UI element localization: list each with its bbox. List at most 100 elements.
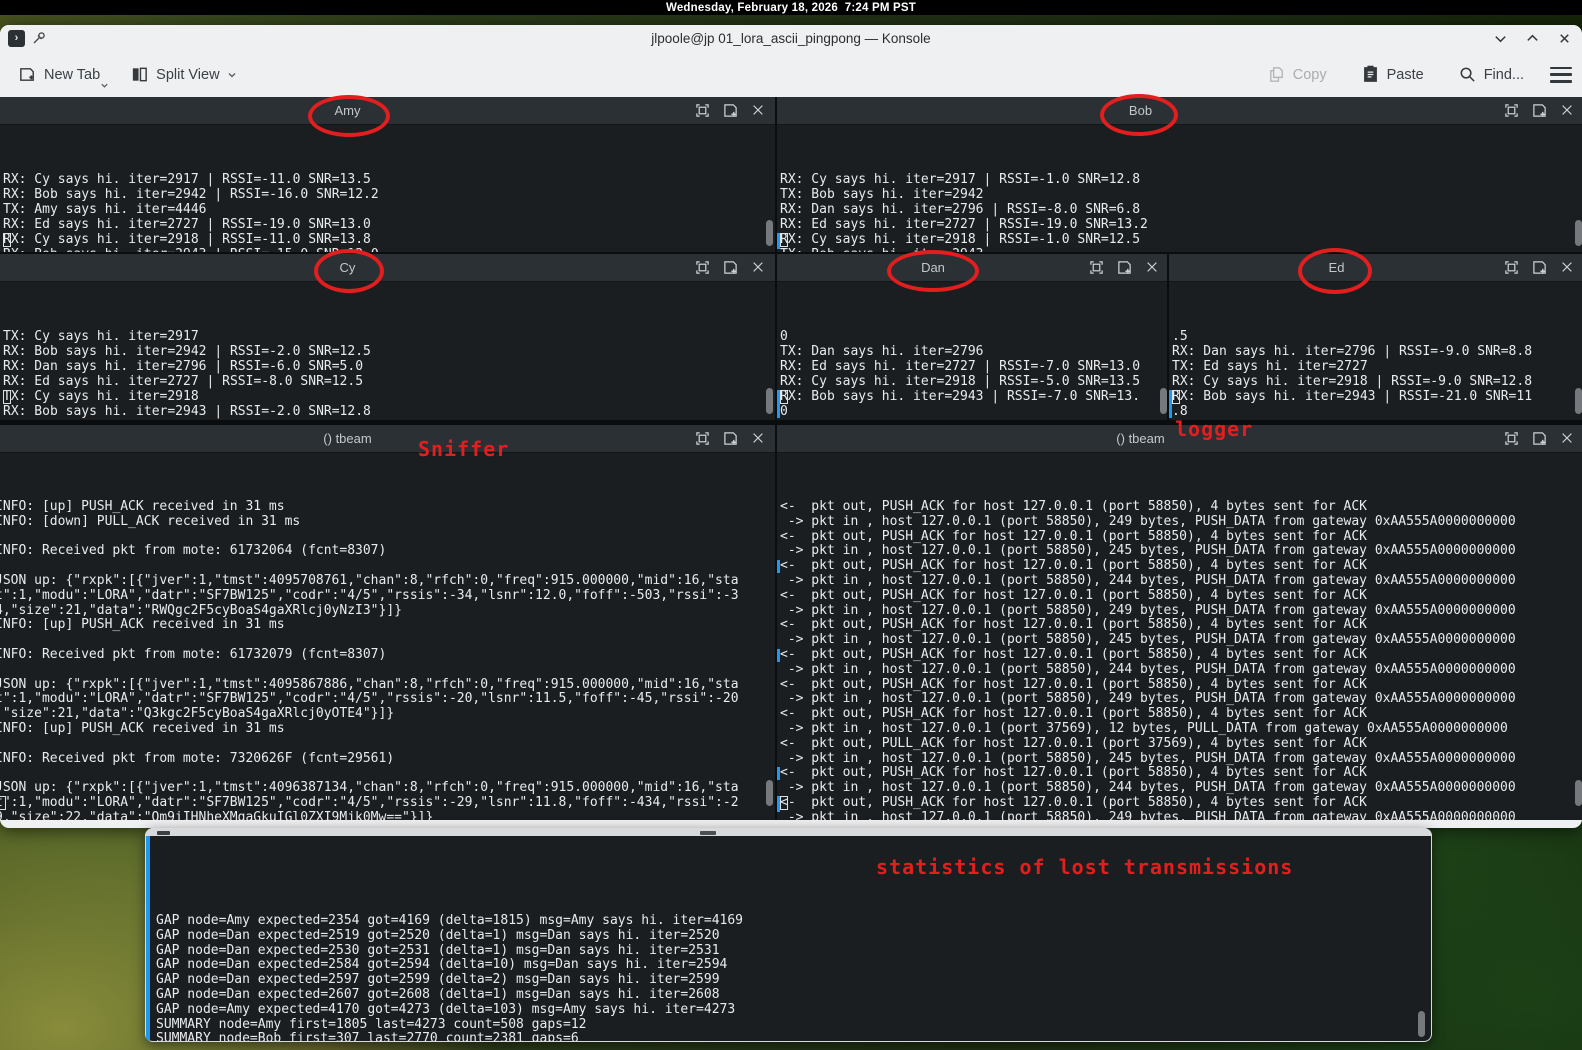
pane-close-icon[interactable] xyxy=(751,431,766,446)
chevron-down-icon xyxy=(100,81,110,91)
scrollbar-thumb[interactable] xyxy=(1160,388,1167,414)
pane-split-icon[interactable] xyxy=(1532,103,1547,118)
split-view-button[interactable]: Split View xyxy=(122,59,244,90)
terminal-line xyxy=(0,737,775,752)
terminal-line: SUMMARY node=Amy first=1805 last=4273 co… xyxy=(156,1018,1431,1033)
terminal-line xyxy=(0,663,775,678)
terminal-line: INFO: Received pkt from mote: 7320626F (… xyxy=(0,752,775,767)
pane-sniffer-header[interactable]: () tbeam xyxy=(0,425,775,453)
pane-bob-header[interactable]: Bob xyxy=(777,97,1582,125)
terminal-cursor xyxy=(780,233,788,247)
scrollbar-thumb[interactable] xyxy=(1575,220,1582,246)
pane-sniffer: () tbeam INFO: [up] PUSH_ACK received in… xyxy=(0,425,775,820)
pane-sniffer-title: () tbeam xyxy=(0,431,695,446)
terminal-line: -> pkt in , host 127.0.0.1 (port 58850),… xyxy=(780,663,1582,678)
pane-logger-header[interactable]: () tbeam xyxy=(777,425,1582,453)
terminal-line: JSON up: {"rxpk":[{"jver":1,"tmst":40957… xyxy=(0,574,775,589)
pane-split-icon[interactable] xyxy=(723,431,738,446)
paste-button[interactable]: Paste xyxy=(1353,59,1432,90)
pane-maximize-icon[interactable] xyxy=(1504,103,1519,118)
terminal-line: RX: Cy says hi. iter=2918 | RSSI=-9.0 SN… xyxy=(1172,374,1582,389)
find-label: Find... xyxy=(1484,67,1524,83)
terminal-line: RX: Dan says hi. iter=2796 | RSSI=-6.0 S… xyxy=(3,359,775,374)
terminal-line: -> pkt in , host 127.0.0.1 (port 58850),… xyxy=(780,633,1582,648)
pane-ed-header[interactable]: Ed xyxy=(1169,254,1582,282)
pane-close-icon[interactable] xyxy=(751,260,766,275)
terminal-line: GAP node=Dan expected=2530 got=2531 (del… xyxy=(156,944,1431,959)
toolbar: New Tab Split View xyxy=(0,52,1582,98)
copy-icon xyxy=(1267,65,1286,84)
terminal-line: -> pkt in , host 127.0.0.1 (port 37569),… xyxy=(780,722,1582,737)
terminal-cursor xyxy=(3,390,11,404)
terminal-area: Amy RX: Cy says hi. iter=2917 | RSSI=-11… xyxy=(0,97,1582,820)
pane-maximize-icon[interactable] xyxy=(695,260,710,275)
stats-terminal[interactable]: GAP node=Amy expected=2354 got=4169 (del… xyxy=(146,836,1431,1041)
terminal-line: RX: Dan says hi. iter=2796 | RSSI=-8.0 S… xyxy=(780,202,1582,217)
cursor-row xyxy=(0,795,6,813)
pane-bob: Bob RX: Cy says hi. iter=2917 | RSSI=-1.… xyxy=(775,97,1582,252)
pane-maximize-icon[interactable] xyxy=(1089,260,1104,275)
terminal-line: JSON up: {"rxpk":[{"jver":1,"tmst":40963… xyxy=(0,781,775,796)
pane-split-icon[interactable] xyxy=(1532,260,1547,275)
cursor-row xyxy=(3,389,11,407)
terminal-line: TX: Cy says hi. iter=2917 xyxy=(3,329,775,344)
terminal-line: 4,"size":21,"data":"RWQgc2F5cyBoaS4gaXRl… xyxy=(0,604,775,619)
terminal-line: JSON up: {"rxpk":[{"jver":1,"tmst":40958… xyxy=(0,678,775,693)
pane-split-icon[interactable] xyxy=(1532,431,1547,446)
terminal-line: <- pkt out, PUSH_ACK for host 127.0.0.1 … xyxy=(780,589,1582,604)
new-tab-button[interactable]: New Tab xyxy=(10,59,108,90)
scrollbar-thumb[interactable] xyxy=(766,220,773,246)
scrollbar-thumb[interactable] xyxy=(766,388,773,414)
pane-dan-terminal[interactable]: 0TX: Dan says hi. iter=2796RX: Ed says h… xyxy=(777,282,1169,422)
terminal-line: <- pkt out, PUSH_ACK for host 127.0.0.1 … xyxy=(780,648,1582,663)
pane-dan-header[interactable]: Dan xyxy=(777,254,1169,282)
new-tab-icon xyxy=(18,65,37,84)
find-button[interactable]: Find... xyxy=(1450,59,1532,90)
stats-window-titlebar[interactable] xyxy=(145,828,1432,836)
scrollbar-thumb[interactable] xyxy=(766,780,773,806)
chevron-down-icon xyxy=(227,70,237,80)
pane-close-icon[interactable] xyxy=(1560,431,1575,446)
terminal-line: <- pkt out, PUSH_ACK for host 127.0.0.1 … xyxy=(780,707,1582,722)
pane-cy-terminal[interactable]: TX: Cy says hi. iter=2917RX: Bob says hi… xyxy=(0,282,775,422)
pane-amy-title: Amy xyxy=(0,103,695,118)
paste-label: Paste xyxy=(1387,67,1424,83)
terminal-line: .8 xyxy=(1172,404,1582,419)
pane-split-icon[interactable] xyxy=(723,260,738,275)
pane-close-icon[interactable] xyxy=(751,103,766,118)
pane-maximize-icon[interactable] xyxy=(695,103,710,118)
terminal-line: TX: Amy says hi. iter=4446 xyxy=(3,202,775,217)
terminal-line: <- pkt out, PUSH_ACK for host 127.0.0.1 … xyxy=(780,796,1582,811)
window-titlebar[interactable]: › jlpoole@jp 01_lora_ascii_pingpong — Ko… xyxy=(0,25,1582,52)
terminal-line: RX: Dan says hi. iter=2796 | RSSI=-9.0 S… xyxy=(1172,344,1582,359)
close-button[interactable] xyxy=(1556,31,1572,47)
scrollbar-thumb[interactable] xyxy=(1575,388,1582,414)
terminal-line xyxy=(0,766,775,781)
pane-amy-terminal[interactable]: RX: Cy says hi. iter=2917 | RSSI=-11.0 S… xyxy=(0,125,775,252)
pane-maximize-icon[interactable] xyxy=(1504,260,1519,275)
terminal-line: RX: Bob says hi. iter=2943 | RSSI=-21.0 … xyxy=(1172,389,1582,404)
copy-button: Copy xyxy=(1259,59,1335,90)
pane-ed-terminal[interactable]: .5RX: Dan says hi. iter=2796 | RSSI=-9.0… xyxy=(1169,282,1582,422)
minimize-button[interactable] xyxy=(1492,31,1508,47)
pane-maximize-icon[interactable] xyxy=(695,431,710,446)
stats-window-title-sliver xyxy=(700,831,716,835)
terminal-line xyxy=(0,633,775,648)
pane-maximize-icon[interactable] xyxy=(1504,431,1519,446)
pane-amy-header[interactable]: Amy xyxy=(0,97,775,125)
scrollbar-thumb[interactable] xyxy=(1575,780,1582,806)
pane-bob-terminal[interactable]: RX: Cy says hi. iter=2917 | RSSI=-1.0 SN… xyxy=(777,125,1582,252)
maximize-button[interactable] xyxy=(1524,31,1540,47)
pane-close-icon[interactable] xyxy=(1145,260,1160,275)
pane-cy-header[interactable]: Cy xyxy=(0,254,775,282)
pane-sniffer-terminal[interactable]: INFO: [up] PUSH_ACK received in 31 msINF… xyxy=(0,453,775,820)
pane-logger-terminal[interactable]: <- pkt out, PUSH_ACK for host 127.0.0.1 … xyxy=(777,453,1582,820)
pane-close-icon[interactable] xyxy=(1560,103,1575,118)
pane-split-icon[interactable] xyxy=(1117,260,1132,275)
scrollbar-thumb[interactable] xyxy=(1418,1011,1425,1037)
pane-close-icon[interactable] xyxy=(1560,260,1575,275)
terminal-line: <- pkt out, PUSH_ACK for host 127.0.0.1 … xyxy=(780,530,1582,545)
terminal-line: INFO: Received pkt from mote: 61732079 (… xyxy=(0,648,775,663)
hamburger-menu-icon[interactable] xyxy=(1550,67,1572,83)
pane-split-icon[interactable] xyxy=(723,103,738,118)
